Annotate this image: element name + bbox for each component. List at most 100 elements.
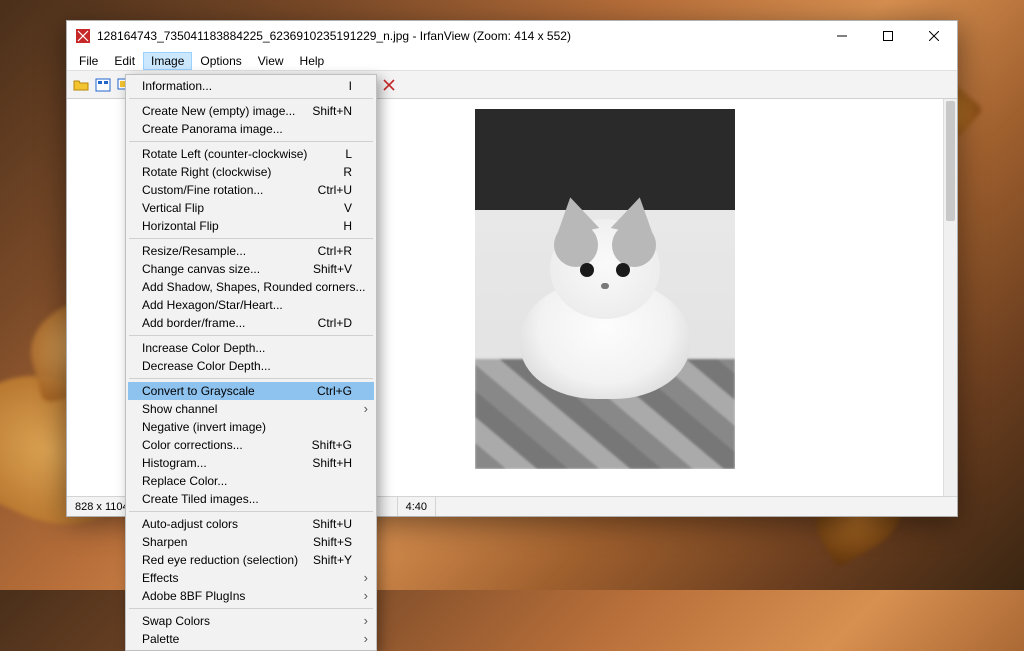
menu-item-label: Resize/Resample... — [142, 244, 318, 258]
menu-separator — [129, 238, 373, 239]
menu-item-auto-adjust-colors[interactable]: Auto-adjust colorsShift+U — [128, 515, 374, 533]
menu-item-create-tiled-images[interactable]: Create Tiled images... — [128, 490, 374, 508]
menu-item-label: Histogram... — [142, 456, 312, 470]
menu-item-label: Show channel — [142, 402, 352, 416]
menu-item-shortcut: Ctrl+U — [318, 183, 352, 197]
menu-item-shortcut: Shift+Y — [313, 553, 352, 567]
menu-separator — [129, 378, 373, 379]
menu-item-swap-colors[interactable]: Swap Colors — [128, 612, 374, 630]
menu-item-resize-resample[interactable]: Resize/Resample...Ctrl+R — [128, 242, 374, 260]
thumbnails-icon[interactable] — [93, 75, 113, 95]
menu-item-increase-color-depth[interactable]: Increase Color Depth... — [128, 339, 374, 357]
menu-item-horizontal-flip[interactable]: Horizontal FlipH — [128, 217, 374, 235]
menu-item-label: Swap Colors — [142, 614, 352, 628]
menu-item-replace-color[interactable]: Replace Color... — [128, 472, 374, 490]
menu-item-shortcut: Shift+N — [312, 104, 352, 118]
menu-item-view[interactable]: View — [250, 52, 292, 70]
image-menu-dropdown: Information...I Create New (empty) image.… — [125, 74, 377, 651]
menu-item-convert-to-grayscale[interactable]: Convert to GrayscaleCtrl+G — [128, 382, 374, 400]
menu-item-label: Custom/Fine rotation... — [142, 183, 318, 197]
menu-item-label: Increase Color Depth... — [142, 341, 352, 355]
menu-separator — [129, 511, 373, 512]
menu-item-decrease-color-depth[interactable]: Decrease Color Depth... — [128, 357, 374, 375]
close-button[interactable] — [911, 21, 957, 51]
minimize-button[interactable] — [819, 21, 865, 51]
menu-item-shortcut: R — [343, 165, 352, 179]
menu-item-label: Color corrections... — [142, 438, 312, 452]
status-time: 4:40 — [398, 497, 436, 516]
menu-item-label: Sharpen — [142, 535, 313, 549]
menu-item-shortcut: Shift+S — [313, 535, 352, 549]
menu-item-label: Add border/frame... — [142, 316, 318, 330]
menu-item-options[interactable]: Options — [192, 52, 249, 70]
menu-item-shortcut: I — [349, 79, 352, 93]
menu-separator — [129, 98, 373, 99]
menu-item-label: Effects — [142, 571, 352, 585]
menu-item-custom-fine-rotation[interactable]: Custom/Fine rotation...Ctrl+U — [128, 181, 374, 199]
menu-item-label: Adobe 8BF PlugIns — [142, 589, 352, 603]
menu-item-label: Negative (invert image) — [142, 420, 352, 434]
menu-item-label: Change canvas size... — [142, 262, 313, 276]
titlebar[interactable]: 128164743_735041183884225_62369102351912… — [67, 21, 957, 51]
menu-item-vertical-flip[interactable]: Vertical FlipV — [128, 199, 374, 217]
menubar: FileEditImageOptionsViewHelp — [67, 51, 957, 71]
menu-item-edit[interactable]: Edit — [106, 52, 143, 70]
menu-separator — [129, 335, 373, 336]
menu-separator — [129, 141, 373, 142]
menu-item-add-shadow-shapes-rounded-corners[interactable]: Add Shadow, Shapes, Rounded corners... — [128, 278, 374, 296]
displayed-image — [475, 109, 735, 469]
menu-item-label: Create Tiled images... — [142, 492, 352, 506]
menu-item-label: Convert to Grayscale — [142, 384, 317, 398]
menu-item-label: Palette — [142, 632, 352, 646]
menu-item-rotate-left-counter-clockwise[interactable]: Rotate Left (counter-clockwise)L — [128, 145, 374, 163]
app-icon — [75, 28, 91, 44]
menu-item-sharpen[interactable]: SharpenShift+S — [128, 533, 374, 551]
menu-item-negative-invert-image[interactable]: Negative (invert image) — [128, 418, 374, 436]
menu-item-shortcut: L — [345, 147, 352, 161]
menu-item-create-new-empty-image[interactable]: Create New (empty) image...Shift+N — [128, 102, 374, 120]
menu-item-label: Information... — [142, 79, 349, 93]
menu-item-add-hexagon-star-heart[interactable]: Add Hexagon/Star/Heart... — [128, 296, 374, 314]
vertical-scrollbar[interactable] — [943, 99, 957, 496]
menu-item-image[interactable]: Image — [143, 52, 192, 70]
menu-item-red-eye-reduction-selection[interactable]: Red eye reduction (selection)Shift+Y — [128, 551, 374, 569]
menu-item-shortcut: Shift+V — [313, 262, 352, 276]
maximize-button[interactable] — [865, 21, 911, 51]
open-icon[interactable] — [71, 75, 91, 95]
menu-item-label: Horizontal Flip — [142, 219, 343, 233]
menu-item-add-border-frame[interactable]: Add border/frame...Ctrl+D — [128, 314, 374, 332]
menu-item-label: Add Hexagon/Star/Heart... — [142, 298, 352, 312]
status-spacer — [436, 497, 957, 516]
menu-item-shortcut: Ctrl+R — [318, 244, 352, 258]
menu-item-show-channel[interactable]: Show channel — [128, 400, 374, 418]
menu-item-file[interactable]: File — [71, 52, 106, 70]
menu-item-palette[interactable]: Palette — [128, 630, 374, 648]
menu-item-shortcut: Shift+H — [312, 456, 352, 470]
irfanview-icon[interactable] — [379, 75, 399, 95]
menu-item-effects[interactable]: Effects — [128, 569, 374, 587]
menu-item-label: Create New (empty) image... — [142, 104, 312, 118]
menu-item-create-panorama-image[interactable]: Create Panorama image... — [128, 120, 374, 138]
menu-item-label: Decrease Color Depth... — [142, 359, 352, 373]
menu-item-label: Vertical Flip — [142, 201, 344, 215]
menu-item-information[interactable]: Information...I — [128, 77, 374, 95]
menu-item-shortcut: Ctrl+G — [317, 384, 352, 398]
menu-item-rotate-right-clockwise[interactable]: Rotate Right (clockwise)R — [128, 163, 374, 181]
menu-separator — [129, 608, 373, 609]
menu-item-label: Create Panorama image... — [142, 122, 352, 136]
menu-item-shortcut: Ctrl+D — [318, 316, 352, 330]
menu-item-shortcut: Shift+G — [312, 438, 352, 452]
menu-item-label: Red eye reduction (selection) — [142, 553, 313, 567]
menu-item-label: Rotate Left (counter-clockwise) — [142, 147, 345, 161]
menu-item-shortcut: Shift+U — [312, 517, 352, 531]
menu-item-histogram[interactable]: Histogram...Shift+H — [128, 454, 374, 472]
menu-item-label: Add Shadow, Shapes, Rounded corners... — [142, 280, 365, 294]
menu-item-color-corrections[interactable]: Color corrections...Shift+G — [128, 436, 374, 454]
menu-item-label: Rotate Right (clockwise) — [142, 165, 343, 179]
scrollbar-thumb[interactable] — [946, 101, 955, 221]
menu-item-help[interactable]: Help — [292, 52, 333, 70]
menu-item-label: Replace Color... — [142, 474, 352, 488]
menu-item-shortcut: V — [344, 201, 352, 215]
window-title: 128164743_735041183884225_62369102351912… — [97, 29, 571, 43]
menu-item-change-canvas-size[interactable]: Change canvas size...Shift+V — [128, 260, 374, 278]
